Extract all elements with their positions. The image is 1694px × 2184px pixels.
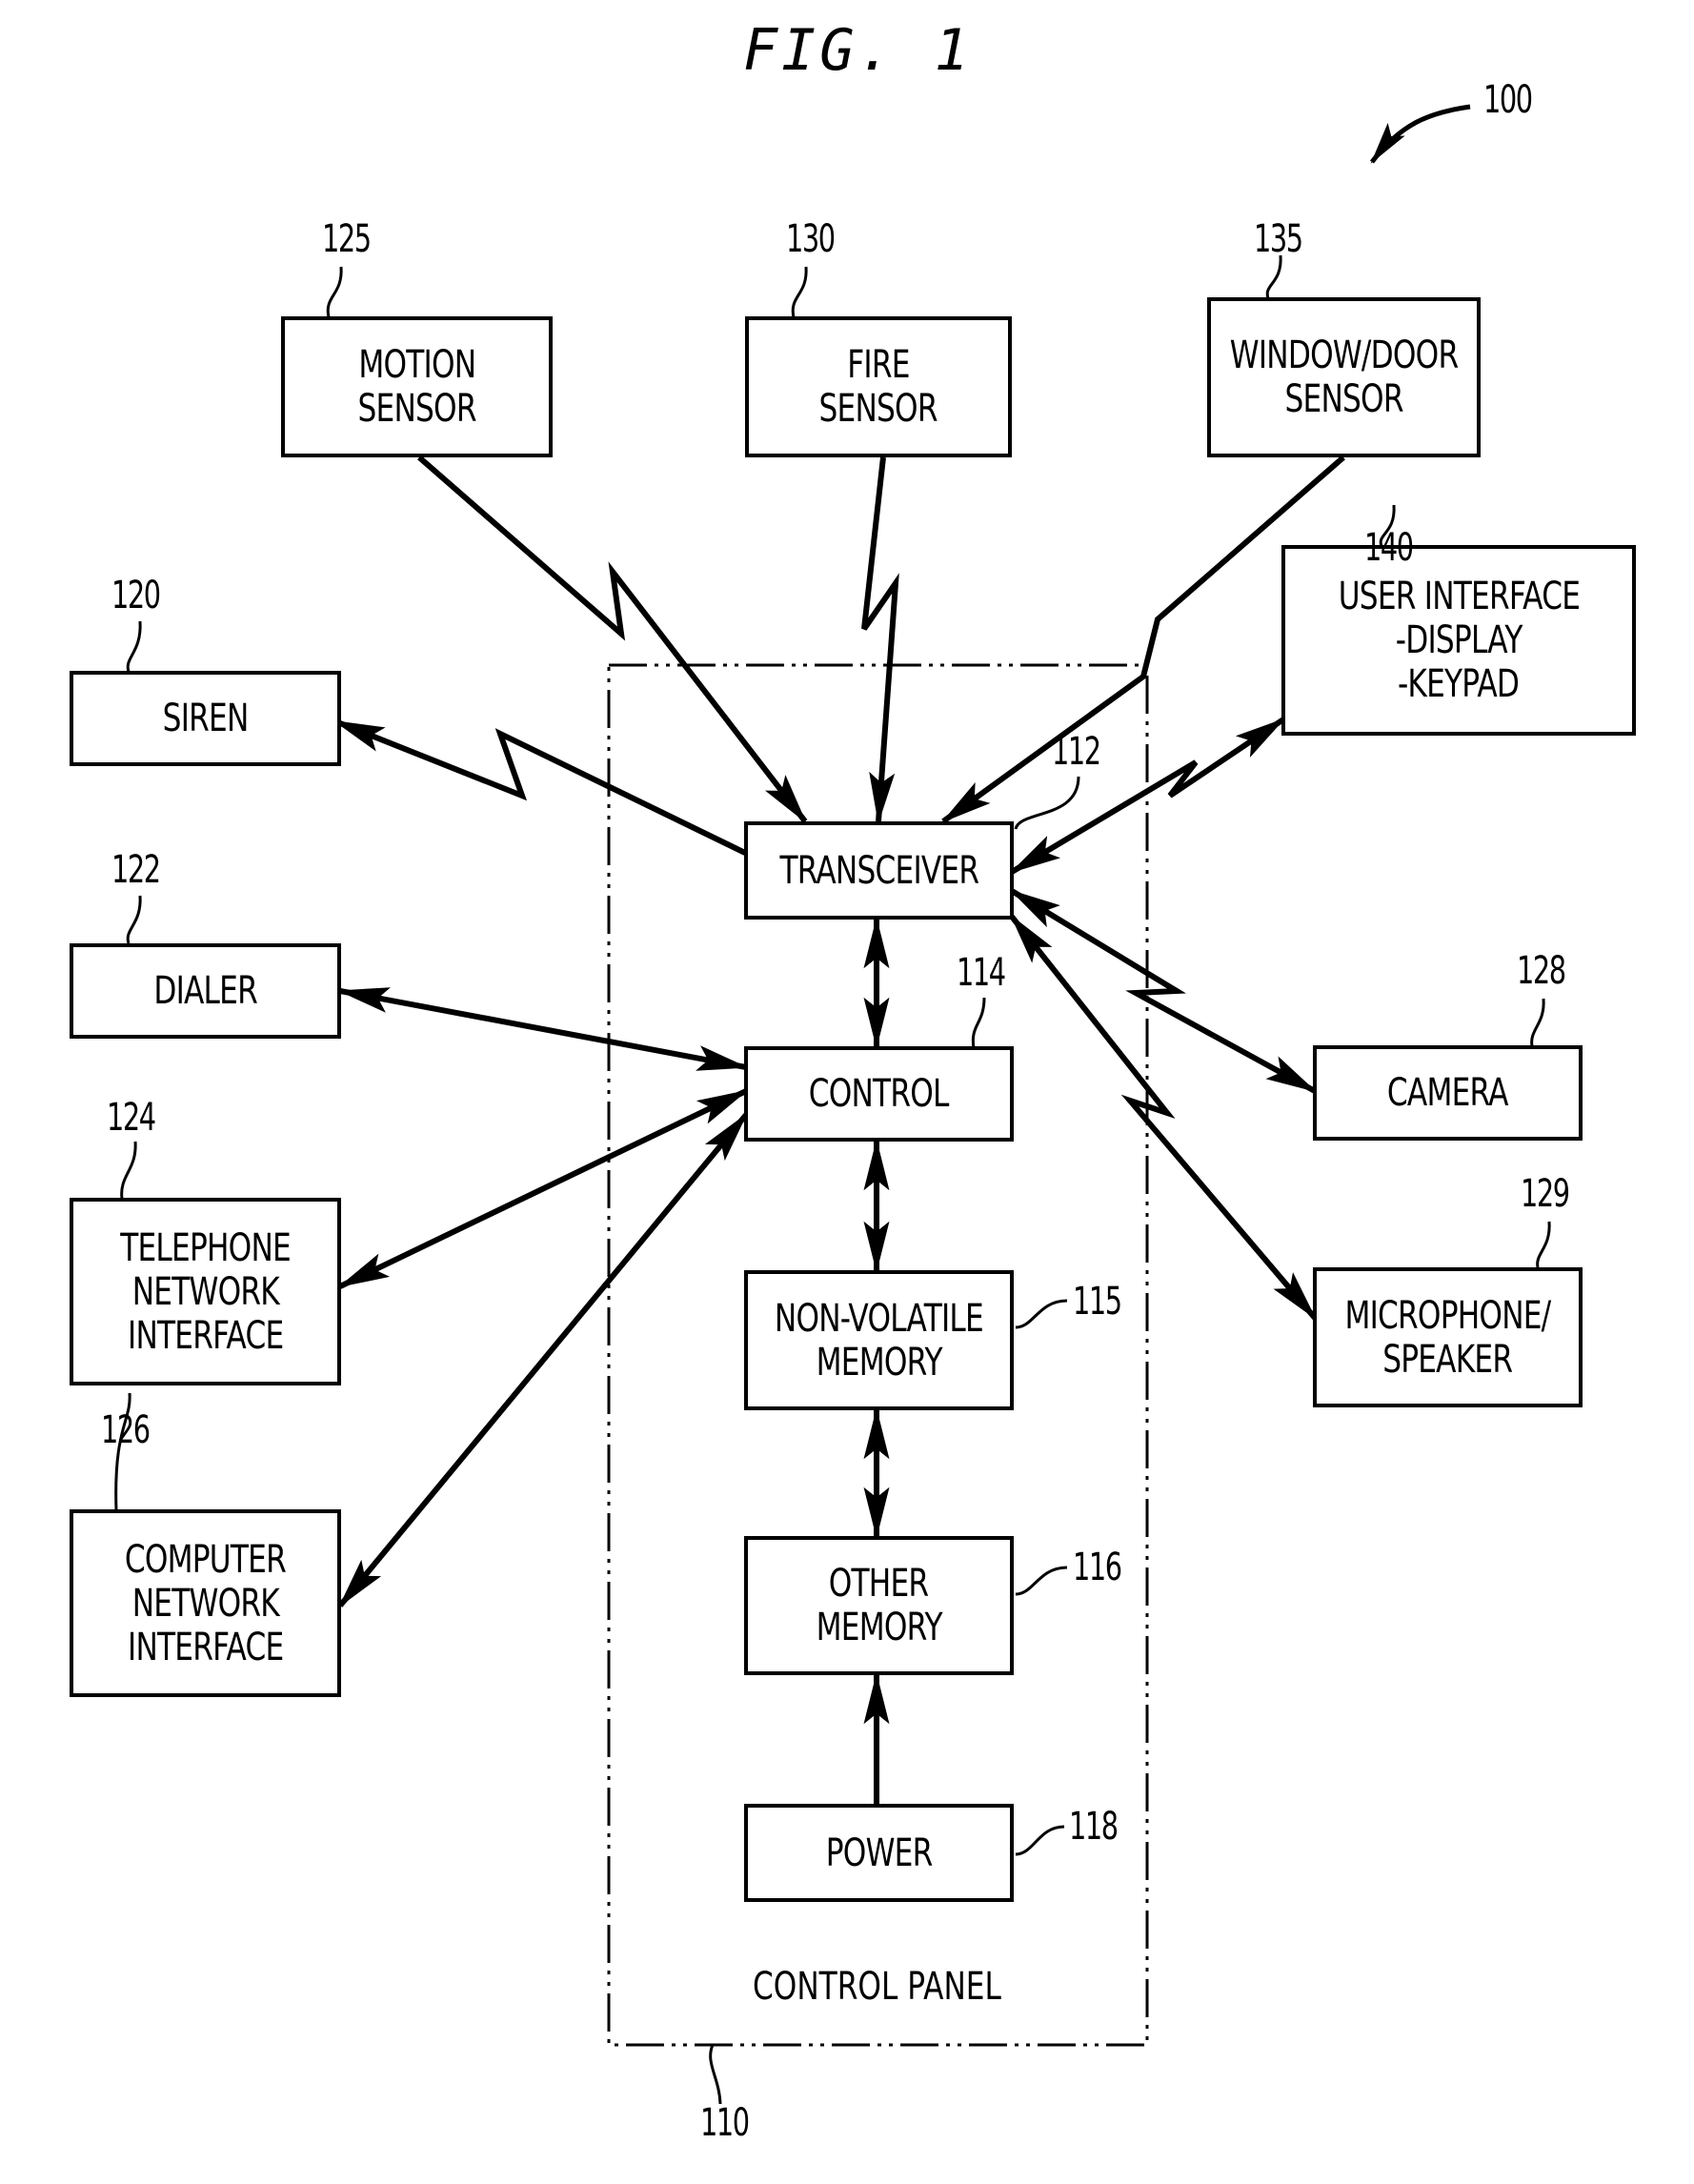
leader-120 <box>126 620 142 673</box>
block-label-line: -DISPLAY <box>1395 618 1523 662</box>
ref-label-135: 135 <box>1254 217 1303 261</box>
ref-label-116: 116 <box>1073 1546 1122 1589</box>
leader-125 <box>326 266 343 318</box>
block-label-line: MEMORY <box>816 1340 942 1385</box>
leader-128 <box>1530 998 1545 1047</box>
block-label-line: MICROPHONE/ <box>1344 1293 1552 1338</box>
block-label-line: USER INTERFACE <box>1338 575 1580 618</box>
block-nonvolatile-memory: NON-VOLATILE MEMORY <box>744 1270 1014 1410</box>
block-power: POWER <box>744 1804 1014 1902</box>
ref-label-124: 124 <box>107 1096 156 1140</box>
ref-label-114: 114 <box>957 951 1006 995</box>
block-label-line: COMPUTER <box>124 1537 287 1582</box>
ref-label-125: 125 <box>322 217 372 261</box>
block-label-line: WINDOW/DOOR <box>1229 334 1459 377</box>
block-siren: SIREN <box>70 671 341 766</box>
ref-label-118: 118 <box>1069 1805 1119 1849</box>
link-control-dialer <box>337 987 749 1071</box>
leader-115 <box>1015 1299 1068 1329</box>
block-user-interface: USER INTERFACE -DISPLAY -KEYPAD <box>1281 545 1636 736</box>
block-label-line: MEMORY <box>816 1606 942 1649</box>
ref-label-115: 115 <box>1073 1280 1122 1324</box>
block-label-line: NETWORK <box>131 1581 279 1626</box>
block-label-line: TRANSCEIVER <box>779 848 979 893</box>
block-label-line: SENSOR <box>1284 377 1403 421</box>
ref-label-112: 112 <box>1052 730 1101 774</box>
block-label-line: INTERFACE <box>127 1313 284 1358</box>
ref-label-140: 140 <box>1364 526 1414 570</box>
leader-112 <box>1014 776 1080 830</box>
block-window-door-sensor: WINDOW/DOOR SENSOR <box>1207 297 1481 457</box>
block-label-line: SPEAKER <box>1382 1337 1513 1382</box>
link-transceiver-camera <box>1009 888 1318 1094</box>
leader-110 <box>709 2044 722 2105</box>
control-panel-label: CONTROL PANEL <box>753 1965 1001 2009</box>
link-transceiver-microphone <box>1009 914 1318 1321</box>
block-label-line: NETWORK <box>131 1269 279 1314</box>
block-label-line: SIREN <box>162 697 250 740</box>
ref-label-100: 100 <box>1483 78 1533 122</box>
block-telephone-network-interface: TELEPHONE NETWORK INTERFACE <box>70 1198 341 1385</box>
leader-124 <box>120 1141 137 1200</box>
block-microphone-speaker: MICROPHONE/ SPEAKER <box>1313 1267 1583 1407</box>
ref-label-128: 128 <box>1517 949 1566 993</box>
ref-label-130: 130 <box>786 217 836 261</box>
block-camera: CAMERA <box>1313 1045 1583 1141</box>
block-computer-network-interface: COMPUTER NETWORK INTERFACE <box>70 1509 341 1697</box>
link-fire-to-transceiver <box>861 456 899 824</box>
block-label-line: MOTION <box>358 343 476 387</box>
block-label-line: NON-VOLATILE <box>774 1296 984 1341</box>
block-label-line: POWER <box>825 1830 934 1875</box>
block-label-line: TELEPHONE <box>120 1225 292 1270</box>
block-motion-sensor: MOTION SENSOR <box>281 316 553 457</box>
block-dialer: DIALER <box>70 943 341 1039</box>
block-label-line: FIRE <box>847 343 910 387</box>
leader-129 <box>1536 1221 1551 1268</box>
link-motion-to-transceiver <box>417 455 808 824</box>
ref-label-120: 120 <box>111 574 161 617</box>
ref-label-126: 126 <box>101 1408 151 1452</box>
block-label-line: OTHER <box>829 1562 929 1606</box>
block-label-line: CAMERA <box>1387 1071 1509 1115</box>
leader-135 <box>1265 254 1282 299</box>
leader-122 <box>126 895 142 944</box>
block-label-line: CONTROL <box>809 1072 950 1116</box>
block-label-line: SENSOR <box>818 387 938 431</box>
block-label-line: DIALER <box>153 969 257 1013</box>
block-fire-sensor: FIRE SENSOR <box>745 316 1012 457</box>
leader-118 <box>1015 1825 1065 1856</box>
ref-label-110: 110 <box>700 2101 750 2145</box>
leader-116 <box>1015 1566 1068 1596</box>
block-other-memory: OTHER MEMORY <box>744 1536 1014 1675</box>
block-label-line: SENSOR <box>357 387 476 431</box>
leader-130 <box>791 266 808 318</box>
link-transceiver-to-siren <box>333 718 747 856</box>
block-transceiver: TRANSCEIVER <box>744 821 1014 920</box>
system-ref-arrow <box>1370 104 1471 164</box>
ref-label-122: 122 <box>111 848 161 892</box>
block-control: CONTROL <box>744 1046 1014 1142</box>
ref-label-129: 129 <box>1521 1172 1570 1216</box>
leader-114 <box>971 997 986 1049</box>
block-label-line: -KEYPAD <box>1398 662 1520 706</box>
figure-title: FIG. 1 <box>743 17 973 84</box>
block-label-line: INTERFACE <box>127 1625 284 1669</box>
